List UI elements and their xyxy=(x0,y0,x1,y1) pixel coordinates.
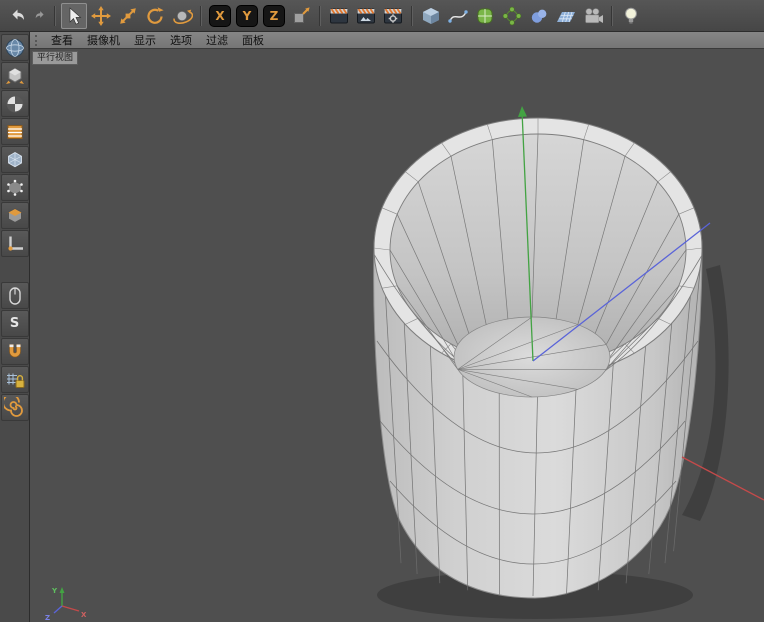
main-area: S 查看 摄像机 显示 选项 xyxy=(0,32,764,622)
coordinate-system-icon xyxy=(290,5,312,27)
left-toolbar: S xyxy=(0,32,30,622)
metaball-deformer-button[interactable] xyxy=(526,3,552,29)
top-toolbar: X Y Z xyxy=(0,0,764,32)
lock-x-axis-button[interactable]: X xyxy=(207,3,233,29)
cursor-icon xyxy=(63,5,85,27)
undo-icon xyxy=(6,5,28,27)
viewport-3d[interactable]: 平行视图 xyxy=(30,49,764,622)
y-axis-icon: Y xyxy=(236,5,258,27)
sidebar-item-workplane-mode[interactable] xyxy=(1,146,29,173)
toolbar-separator xyxy=(54,6,56,26)
array-generator-button[interactable] xyxy=(499,3,525,29)
lock-z-axis-button[interactable]: Z xyxy=(261,3,287,29)
rotate-tool-button[interactable] xyxy=(142,3,168,29)
render-settings-icon xyxy=(382,5,404,27)
toolbar-separator xyxy=(411,6,413,26)
viewport-column: 查看 摄像机 显示 选项 过滤 面板 平行视图 xyxy=(30,32,764,622)
sidebar-item-polygons-mode[interactable] xyxy=(1,202,29,229)
polygons-mode-icon xyxy=(4,205,26,227)
sidebar-item-points-mode[interactable] xyxy=(1,174,29,201)
undo-button[interactable] xyxy=(4,3,30,29)
sidebar-item-model-mode[interactable] xyxy=(1,90,29,117)
viewport-menubar: 查看 摄像机 显示 选项 过滤 面板 xyxy=(30,32,764,49)
spiral-icon xyxy=(4,397,26,419)
scene-canvas: Y X Z xyxy=(30,49,764,622)
render-view-button[interactable] xyxy=(326,3,352,29)
move-icon xyxy=(90,5,112,27)
sidebar-item-texture-mode[interactable] xyxy=(1,118,29,145)
sidebar-item-material-globe[interactable] xyxy=(1,34,29,61)
menu-grip[interactable] xyxy=(35,35,40,46)
last-tool-icon xyxy=(171,5,193,27)
z-axis-icon: Z xyxy=(263,5,285,27)
mouse-icon xyxy=(4,285,26,307)
sidebar-item-enable-axis[interactable] xyxy=(1,230,29,257)
floor-environment-button[interactable] xyxy=(553,3,579,29)
snap-icon: S xyxy=(10,316,19,331)
camera-button[interactable] xyxy=(580,3,606,29)
menu-options[interactable]: 选项 xyxy=(163,32,199,49)
sidebar-item-lock-workplane[interactable] xyxy=(1,366,29,393)
globe-icon xyxy=(4,37,26,59)
viewport-view-label[interactable]: 平行视图 xyxy=(32,51,78,65)
points-mode-icon xyxy=(4,177,26,199)
gizmo-x-label: X xyxy=(81,611,87,619)
sidebar-item-viewport-navigation[interactable] xyxy=(1,282,29,309)
pen-spline-button[interactable] xyxy=(445,3,471,29)
menu-cameras[interactable]: 摄像机 xyxy=(80,32,127,49)
array-generator-icon xyxy=(501,5,523,27)
subdivision-surface-icon xyxy=(474,5,496,27)
redo-icon xyxy=(33,8,48,23)
menu-view[interactable]: 查看 xyxy=(44,32,80,49)
scale-icon xyxy=(117,5,139,27)
light-icon xyxy=(620,5,642,27)
gizmo-z-label: Z xyxy=(45,614,50,622)
menu-filter[interactable]: 过滤 xyxy=(199,32,235,49)
magnet-icon xyxy=(4,341,26,363)
render-to-picture-viewer-button[interactable] xyxy=(353,3,379,29)
metaball-icon xyxy=(528,5,550,27)
camera-icon xyxy=(582,5,604,27)
subdivision-surface-button[interactable] xyxy=(472,3,498,29)
light-button[interactable] xyxy=(618,3,644,29)
texture-mode-icon xyxy=(4,121,26,143)
axis-ruler-icon xyxy=(4,233,26,255)
sidebar-item-magnet[interactable] xyxy=(1,338,29,365)
y-axis-arrow xyxy=(518,106,527,117)
render-view-icon xyxy=(328,5,350,27)
toolbar-separator xyxy=(319,6,321,26)
live-selection-button[interactable] xyxy=(61,3,87,29)
coordinate-system-button[interactable] xyxy=(288,3,314,29)
floor-grid-icon xyxy=(555,5,577,27)
menu-panel[interactable]: 面板 xyxy=(235,32,271,49)
grid-lock-icon xyxy=(4,369,26,391)
workplane-mode-icon xyxy=(4,149,26,171)
pen-spline-icon xyxy=(447,5,469,27)
axis-gizmo[interactable]: Y X Z xyxy=(45,587,87,622)
model-mode-icon xyxy=(4,93,26,115)
last-used-tool-button[interactable] xyxy=(169,3,195,29)
lock-y-axis-button[interactable]: Y xyxy=(234,3,260,29)
sidebar-item-make-editable[interactable] xyxy=(1,62,29,89)
rotate-icon xyxy=(144,5,166,27)
render-settings-button[interactable] xyxy=(380,3,406,29)
make-editable-icon xyxy=(4,65,26,87)
toolbar-separator xyxy=(611,6,613,26)
menu-display[interactable]: 显示 xyxy=(127,32,163,49)
sidebar-item-enable-snap[interactable]: S xyxy=(1,310,29,337)
redo-button[interactable] xyxy=(31,7,49,25)
add-cube-primitive-button[interactable] xyxy=(418,3,444,29)
scale-tool-button[interactable] xyxy=(115,3,141,29)
cube-icon xyxy=(420,5,442,27)
x-axis-icon: X xyxy=(209,5,231,27)
gizmo-y-label: Y xyxy=(51,587,58,595)
move-tool-button[interactable] xyxy=(88,3,114,29)
toolbar-separator xyxy=(200,6,202,26)
render-picture-icon xyxy=(355,5,377,27)
sidebar-item-spiral[interactable] xyxy=(1,394,29,421)
